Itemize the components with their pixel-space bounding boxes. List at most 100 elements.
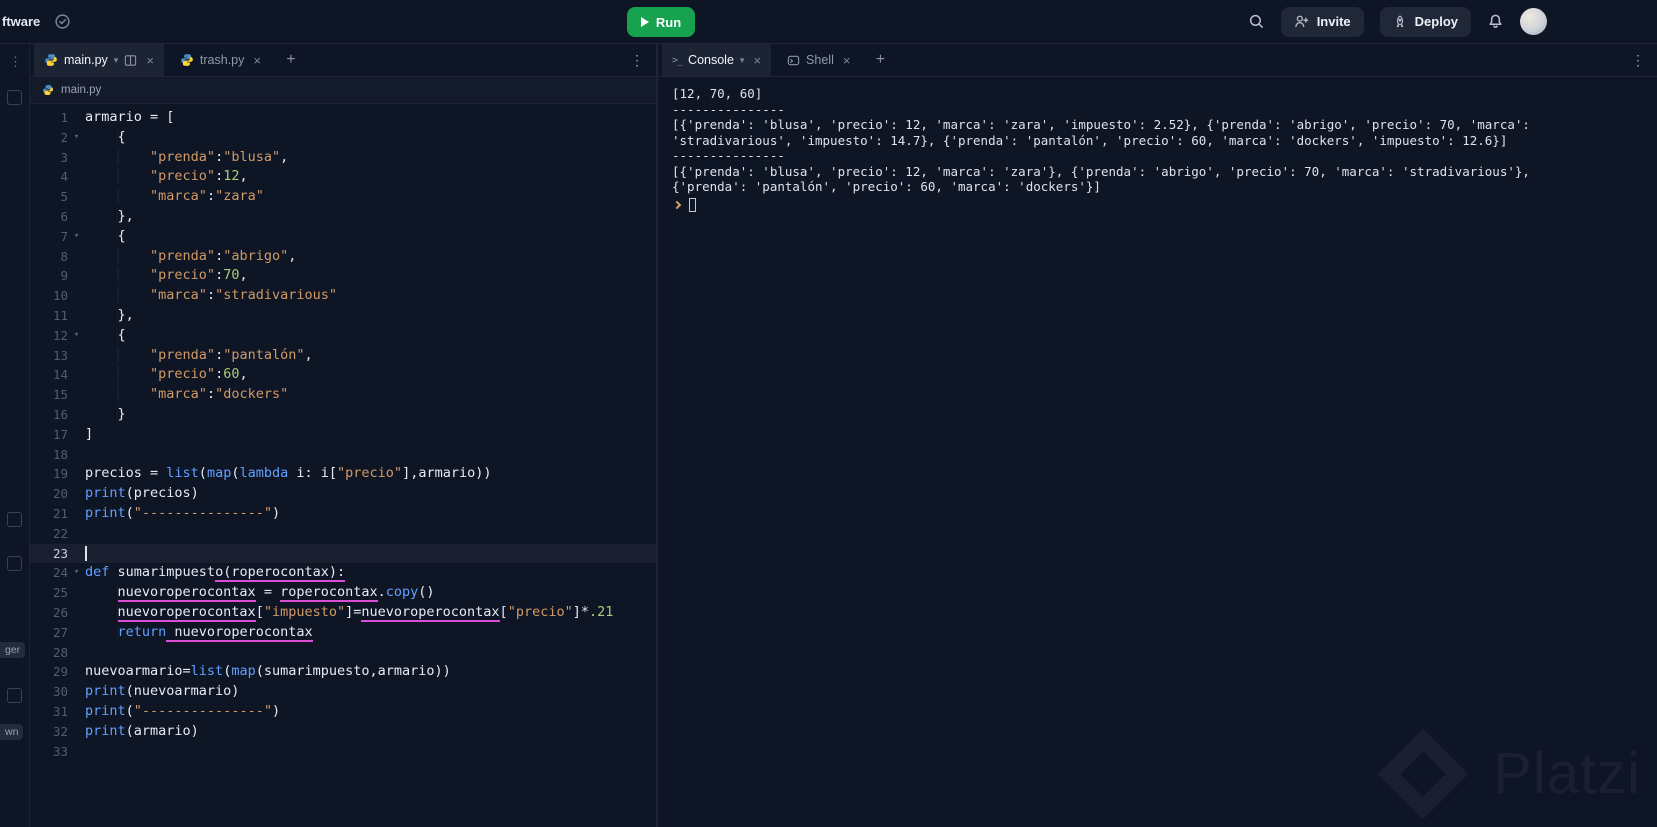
line-number: 21 (52, 505, 68, 521)
line-number: 31 (52, 703, 68, 719)
code-editor[interactable]: 1 armario = [2 ▾ {3 "prenda":"blusa", 4 "pr… (30, 104, 656, 827)
invite-button[interactable]: Invite (1280, 6, 1364, 37)
code-line[interactable]: 26 nuevoroperocontax["impuesto"]=nuevoro… (30, 603, 656, 623)
code-line[interactable]: 15 "marca":"dockers" (30, 385, 656, 405)
code-line[interactable]: 19 precios = list(map(lambda i: i["precio… (30, 464, 656, 484)
console-body[interactable]: [12, 70, 60] --------------- [{'prenda': '… (658, 77, 1657, 827)
code-line[interactable]: 33 (30, 742, 656, 762)
rail-tool-icon-4[interactable] (7, 688, 22, 703)
rail-menu-icon[interactable]: ⋮ (9, 54, 22, 70)
code-line[interactable]: 1 armario = [ (30, 108, 656, 128)
code-text: "prenda":"abrigo", (85, 247, 656, 267)
code-line[interactable]: 17] (30, 425, 656, 445)
fold-chevron-icon[interactable]: ▾ (68, 563, 85, 583)
rail-badge-top[interactable]: ger (0, 642, 26, 658)
fold-gutter (68, 425, 85, 445)
code-line[interactable]: 28 (30, 643, 656, 663)
code-line[interactable]: 25 nuevoroperocontax = roperocontax.copy… (30, 583, 656, 603)
code-line[interactable]: 10 "marca":"stradivarious" (30, 286, 656, 306)
python-icon (180, 53, 194, 67)
line-number: 4 (60, 169, 68, 185)
close-icon[interactable]: × (843, 53, 851, 68)
code-line[interactable]: 23 (30, 543, 656, 564)
search-icon[interactable] (1248, 13, 1265, 30)
fold-gutter (68, 623, 85, 643)
new-tab-button[interactable]: + (866, 44, 894, 76)
chevron-down-icon[interactable]: ▾ (740, 55, 745, 66)
close-icon[interactable]: × (146, 53, 154, 68)
code-line[interactable]: 21 print("---------------") (30, 504, 656, 524)
code-text: print("---------------") (85, 702, 281, 719)
code-line[interactable]: 20 print(precios) (30, 484, 656, 504)
invite-label: Invite (1316, 14, 1351, 29)
rail-tool-icon-2[interactable] (7, 512, 22, 527)
fold-gutter (68, 247, 85, 267)
tab-console[interactable]: >_ Console ▾ × (662, 44, 772, 76)
code-line[interactable]: 5 "marca":"zara" (30, 187, 656, 207)
workspace-name[interactable]: ftware (2, 14, 40, 29)
fold-gutter (68, 405, 85, 425)
code-line[interactable]: 18 (30, 445, 656, 465)
code-line[interactable]: 27 return nuevoroperocontax (30, 623, 656, 643)
tab-main-py[interactable]: main.py ▾ × (34, 44, 164, 76)
code-text: print(nuevoarmario) (85, 683, 240, 700)
close-icon[interactable]: × (253, 53, 261, 68)
chevron-down-icon[interactable]: ▾ (114, 55, 119, 66)
code-line[interactable]: 8 "prenda":"abrigo", (30, 247, 656, 267)
avatar[interactable] (1520, 8, 1547, 35)
code-line[interactable]: 30 print(nuevoarmario) (30, 682, 656, 702)
code-text (85, 544, 656, 564)
fold-chevron-icon[interactable]: ▾ (68, 128, 85, 148)
code-line[interactable]: 29 nuevoarmario=list(map(sumarimpuesto,ar… (30, 662, 656, 682)
fold-gutter (68, 742, 85, 762)
line-number: 10 (52, 288, 68, 304)
line-number: 30 (52, 684, 68, 700)
line-number: 16 (52, 406, 68, 422)
code-line[interactable]: 14 "precio":60, (30, 365, 656, 385)
tab-shell[interactable]: Shell × (777, 44, 860, 76)
code-line[interactable]: 22 (30, 524, 656, 544)
rail-tool-icon-3[interactable] (7, 556, 22, 571)
topbar-right: Invite Deploy (1248, 6, 1657, 37)
breadcrumb[interactable]: main.py (30, 77, 656, 104)
console-prompt[interactable] (672, 197, 1643, 212)
code-line[interactable]: 6 }, (30, 207, 656, 227)
prompt-chevron-icon (672, 200, 682, 209)
fold-gutter (68, 583, 85, 603)
code-line[interactable]: 2 ▾ { (30, 128, 656, 148)
fold-chevron-icon[interactable]: ▾ (68, 227, 85, 247)
code-line[interactable]: 9 "precio":70, (30, 266, 656, 286)
code-line[interactable]: 32 print(armario) (30, 722, 656, 742)
console-menu-button[interactable]: ⋮ (1619, 44, 1657, 76)
tab-label: Shell (806, 53, 834, 67)
bell-icon[interactable] (1487, 13, 1504, 30)
code-line[interactable]: 24 ▾ def sumarimpuesto(roperocontax): (30, 563, 656, 583)
rail-badge-bottom[interactable]: wn (0, 724, 24, 740)
topbar: ftware Run Invite Deploy (0, 0, 1657, 44)
editor-pane: main.py ▾ × trash.py × + ⋮ main.py 1 arm… (30, 44, 656, 827)
close-icon[interactable]: × (753, 53, 761, 68)
book-icon[interactable] (124, 54, 137, 67)
code-text: { (85, 128, 656, 148)
code-line[interactable]: 31 print("---------------") (30, 702, 656, 722)
run-button[interactable]: Run (627, 7, 695, 37)
code-text: nuevoroperocontax = roperocontax.copy() (85, 583, 656, 603)
tab-label: main.py (64, 53, 108, 67)
line-number: 17 (52, 426, 68, 442)
code-line[interactable]: 4 "precio":12, (30, 167, 656, 187)
deploy-button[interactable]: Deploy (1379, 6, 1471, 37)
code-line[interactable]: 12 ▾ { (30, 326, 656, 346)
code-line[interactable]: 11 }, (30, 306, 656, 326)
code-line[interactable]: 13 "prenda":"pantalón", (30, 346, 656, 366)
line-number: 18 (52, 446, 68, 462)
tab-trash-py[interactable]: trash.py × (170, 44, 271, 76)
fold-chevron-icon[interactable]: ▾ (68, 326, 85, 346)
fold-gutter (68, 682, 85, 702)
code-line[interactable]: 3 "prenda":"blusa", (30, 148, 656, 168)
code-text: { (85, 326, 656, 346)
editor-menu-button[interactable]: ⋮ (618, 44, 656, 76)
new-tab-button[interactable]: + (277, 44, 305, 76)
code-line[interactable]: 16 } (30, 405, 656, 425)
rail-tool-icon-1[interactable] (7, 90, 22, 105)
code-line[interactable]: 7 ▾ { (30, 227, 656, 247)
